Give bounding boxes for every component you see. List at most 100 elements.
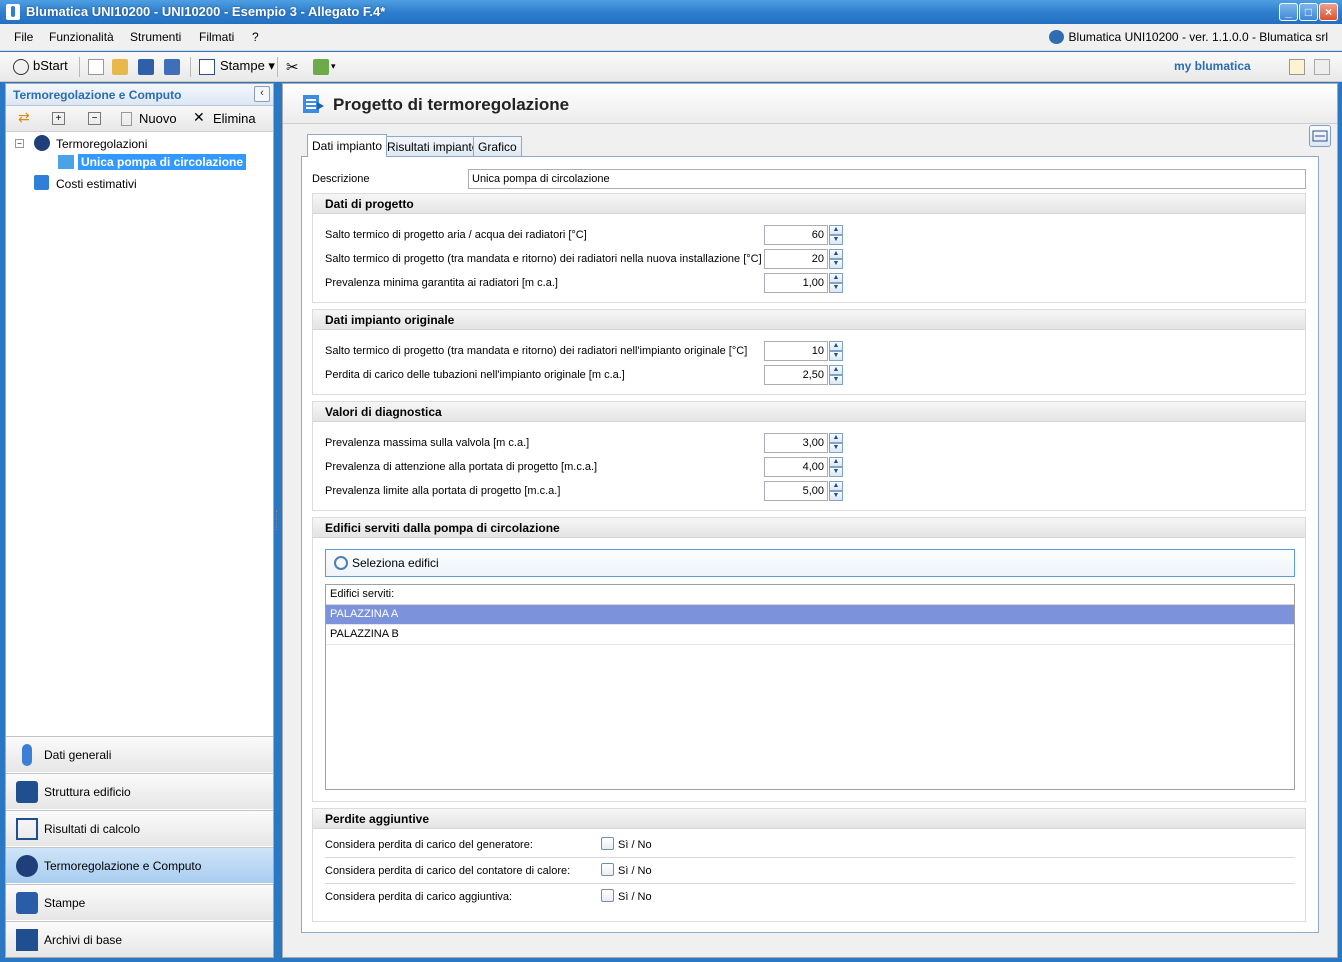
descrizione-input[interactable]: Unica pompa di circolazione xyxy=(468,169,1306,189)
left-panel-title: Termoregolazione e Computo xyxy=(13,88,182,102)
stepper-up-icon[interactable]: ▲ xyxy=(829,457,843,467)
version-label: Blumatica UNI10200 - ver. 1.1.0.0 - Blum… xyxy=(1048,30,1328,44)
stepper-value[interactable]: 1,00 xyxy=(764,273,828,293)
nuovo-button[interactable]: Nuovo xyxy=(139,111,177,126)
stepper-value[interactable]: 2,50 xyxy=(764,365,828,385)
collapse-panel-button[interactable]: ‹ xyxy=(254,86,270,102)
open-folder-icon[interactable] xyxy=(112,59,128,75)
word-doc-icon xyxy=(199,59,215,75)
new-file-icon[interactable] xyxy=(88,59,104,75)
list-item[interactable]: PALAZZINA A xyxy=(326,605,1294,625)
tree-view: − Termoregolazioni Unica pompa di circol… xyxy=(6,132,273,782)
checkbox-row: Considera perdita di carico del generato… xyxy=(325,832,1295,858)
tree-collapse-toggle[interactable]: − xyxy=(15,139,24,148)
stepper-down-icon[interactable]: ▼ xyxy=(829,351,843,361)
numeric-stepper[interactable]: 2,50 ▲ ▼ xyxy=(764,365,844,385)
menu-filmati[interactable]: Filmati xyxy=(199,30,234,44)
tools-icon[interactable]: ✂ xyxy=(286,58,299,76)
stepper-down-icon[interactable]: ▼ xyxy=(829,443,843,453)
maximize-button[interactable]: □ xyxy=(1299,3,1318,21)
stepper-up-icon[interactable]: ▲ xyxy=(829,225,843,235)
tab-grafico[interactable]: Grafico xyxy=(473,136,522,156)
layers-icon xyxy=(16,781,38,803)
bstart-button[interactable]: bStart xyxy=(33,58,68,73)
descrizione-row: Descrizione Unica pompa di circolazione xyxy=(312,169,1312,189)
refresh-icon[interactable]: ⇄ xyxy=(18,109,30,126)
stepper-up-icon[interactable]: ▲ xyxy=(829,249,843,259)
nav-struttura-edificio[interactable]: Struttura edificio xyxy=(6,773,273,809)
checkbox-label[interactable]: Sì / No xyxy=(618,865,652,877)
minimize-button[interactable]: _ xyxy=(1279,3,1298,21)
panel-splitter[interactable] xyxy=(276,510,279,530)
checkbox-label[interactable]: Sì / No xyxy=(618,839,652,851)
my-blumatica-brand[interactable]: my blumatica xyxy=(1174,59,1251,73)
group-dati-impianto-originale: Dati impianto originale Salto termico di… xyxy=(312,309,1306,395)
stepper-up-icon[interactable]: ▲ xyxy=(829,365,843,375)
stampe-dropdown[interactable]: Stampe ▾ xyxy=(220,58,275,74)
user-icon[interactable] xyxy=(1289,59,1305,75)
numeric-stepper[interactable]: 60 ▲ ▼ xyxy=(764,225,844,245)
field-row: Prevalenza limite alla portata di proget… xyxy=(325,481,845,501)
numeric-stepper[interactable]: 1,00 ▲ ▼ xyxy=(764,273,844,293)
tree-item-termoregolazioni[interactable]: Termoregolazioni xyxy=(56,137,147,151)
app-icon xyxy=(6,4,20,20)
elimina-button[interactable]: Elimina xyxy=(213,111,256,126)
numeric-stepper[interactable]: 5,00 ▲ ▼ xyxy=(764,481,844,501)
export-dropdown-icon[interactable]: ▾ xyxy=(331,61,336,72)
stepper-down-icon[interactable]: ▼ xyxy=(829,259,843,269)
nav-stampe[interactable]: Stampe xyxy=(6,884,273,920)
tab-dati-impianto[interactable]: Dati impianto xyxy=(307,134,388,157)
tab-risultati-impianto[interactable]: Risultati impianto xyxy=(382,136,484,156)
nav-label: Archivi di base xyxy=(44,933,123,947)
field-label: Salto termico di progetto (tra mandata e… xyxy=(325,253,762,265)
stepper-value[interactable]: 4,00 xyxy=(764,457,828,477)
stepper-value[interactable]: 10 xyxy=(764,341,828,361)
info-icon[interactable] xyxy=(1314,59,1330,75)
nav-termoregolazione-computo[interactable]: Termoregolazione e Computo xyxy=(6,847,273,883)
expand-all-icon[interactable]: + xyxy=(52,112,65,125)
menu-funzionalita[interactable]: Funzionalità xyxy=(49,30,114,44)
nav-risultati-calcolo[interactable]: Risultati di calcolo xyxy=(6,810,273,846)
stepper-value[interactable]: 5,00 xyxy=(764,481,828,501)
stepper-value[interactable]: 3,00 xyxy=(764,433,828,453)
stepper-value[interactable]: 20 xyxy=(764,249,828,269)
stepper-value[interactable]: 60 xyxy=(764,225,828,245)
stepper-up-icon[interactable]: ▲ xyxy=(829,433,843,443)
stepper-down-icon[interactable]: ▼ xyxy=(829,491,843,501)
stepper-down-icon[interactable]: ▼ xyxy=(829,283,843,293)
nav-dati-generali[interactable]: Dati generali xyxy=(6,736,273,772)
menu-bar: File Funzionalità Strumenti Filmati ? Bl… xyxy=(0,24,1342,51)
save-icon[interactable] xyxy=(138,59,154,75)
generatore-checkbox[interactable] xyxy=(601,837,614,850)
stepper-down-icon[interactable]: ▼ xyxy=(829,467,843,477)
stepper-up-icon[interactable]: ▲ xyxy=(829,341,843,351)
collapse-all-icon[interactable]: − xyxy=(88,112,101,125)
stepper-up-icon[interactable]: ▲ xyxy=(829,481,843,491)
stepper-down-icon[interactable]: ▼ xyxy=(829,235,843,245)
aggiuntiva-checkbox[interactable] xyxy=(601,889,614,902)
seleziona-edifici-button[interactable]: Seleziona edifici xyxy=(325,549,1295,577)
checkbox-label[interactable]: Sì / No xyxy=(618,891,652,903)
contatore-checkbox[interactable] xyxy=(601,863,614,876)
menu-file[interactable]: File xyxy=(14,30,33,44)
numeric-stepper[interactable]: 3,00 ▲ ▼ xyxy=(764,433,844,453)
nav-archivi-base[interactable]: Archivi di base xyxy=(6,921,273,957)
menu-help[interactable]: ? xyxy=(252,30,259,44)
save-all-icon[interactable] xyxy=(164,59,180,75)
close-button[interactable]: × xyxy=(1319,3,1338,21)
tree-item-costi[interactable]: Costi estimativi xyxy=(56,177,137,191)
list-item[interactable]: PALAZZINA B xyxy=(326,625,1294,645)
nav-label: Dati generali xyxy=(44,748,112,762)
export-icon[interactable] xyxy=(313,59,329,75)
expand-view-button[interactable] xyxy=(1309,125,1331,147)
numeric-stepper[interactable]: 4,00 ▲ ▼ xyxy=(764,457,844,477)
stepper-up-icon[interactable]: ▲ xyxy=(829,273,843,283)
numeric-stepper[interactable]: 20 ▲ ▼ xyxy=(764,249,844,269)
stepper-down-icon[interactable]: ▼ xyxy=(829,375,843,385)
version-text: Blumatica UNI10200 - ver. 1.1.0.0 - Blum… xyxy=(1068,30,1328,44)
tree-item-unica-pompa[interactable]: Unica pompa di circolazione xyxy=(78,154,247,170)
costi-icon xyxy=(34,175,49,190)
toolbar-separator xyxy=(277,57,278,77)
numeric-stepper[interactable]: 10 ▲ ▼ xyxy=(764,341,844,361)
menu-strumenti[interactable]: Strumenti xyxy=(130,30,181,44)
